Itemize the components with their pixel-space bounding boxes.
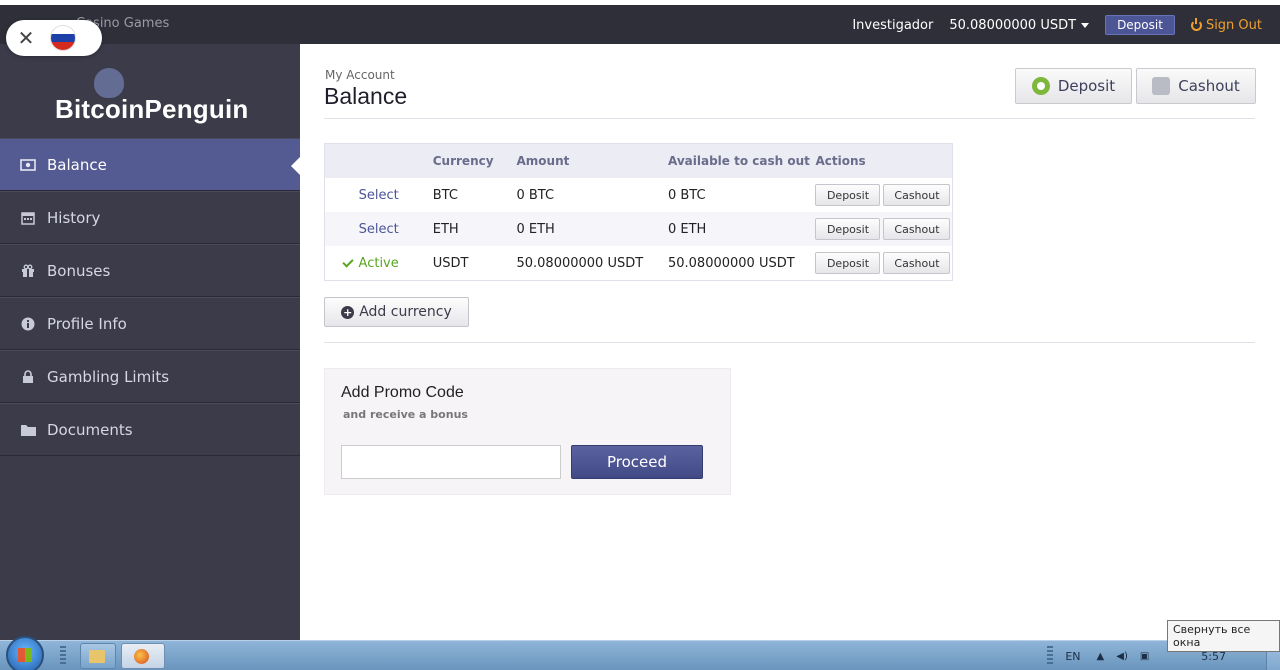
main-content: My Account Balance Deposit Cashout Curre… bbox=[300, 44, 1280, 640]
info-icon bbox=[20, 317, 36, 331]
tray-expand-icon[interactable]: ▲ bbox=[1097, 651, 1105, 662]
balance-dropdown[interactable]: 50.08000000 USDT bbox=[949, 17, 1090, 33]
actions-cell: Deposit Cashout bbox=[811, 252, 952, 274]
sidebar-item-history[interactable]: History bbox=[0, 191, 300, 244]
explorer-taskbar-button[interactable] bbox=[80, 643, 116, 669]
select-link[interactable]: Select bbox=[325, 188, 425, 203]
currency-cell: USDT bbox=[432, 255, 469, 271]
active-status: Active bbox=[325, 256, 425, 271]
divider bbox=[324, 118, 1255, 119]
amount-cell: 0 ETH bbox=[516, 221, 555, 237]
available-cell: 0 BTC bbox=[667, 187, 706, 203]
table-row: Select ETH 0 ETH 0 ETH Deposit Cashout bbox=[325, 212, 952, 246]
firefox-icon bbox=[134, 649, 149, 664]
balance-value: 50.08000000 USDT bbox=[949, 17, 1077, 33]
promo-subheading: and receive a bonus bbox=[343, 408, 468, 421]
row-cashout-button[interactable]: Cashout bbox=[883, 218, 951, 240]
windows-logo-icon bbox=[18, 648, 32, 662]
currency-cell: ETH bbox=[432, 221, 459, 237]
caret-down-icon bbox=[1081, 22, 1090, 28]
folder-icon bbox=[20, 423, 36, 437]
table-row: Active USDT 50.08000000 USDT 50.08000000… bbox=[325, 246, 952, 280]
sidebar-item-label: Profile Info bbox=[47, 314, 127, 333]
add-currency-button[interactable]: + Add currency bbox=[324, 297, 469, 327]
sign-out-label: Sign Out bbox=[1205, 17, 1262, 33]
row-deposit-button[interactable]: Deposit bbox=[815, 252, 881, 274]
available-cell: 50.08000000 USDT bbox=[667, 255, 795, 271]
sidebar-item-label: History bbox=[47, 208, 101, 227]
close-icon[interactable]: ✕ bbox=[16, 26, 36, 50]
tray-grip[interactable] bbox=[1047, 646, 1054, 666]
promo-code-input[interactable] bbox=[341, 445, 561, 479]
cashout-icon bbox=[1152, 77, 1171, 95]
balance-table: Currency Amount Available to cash out Ac… bbox=[324, 143, 953, 281]
start-button[interactable] bbox=[6, 636, 44, 670]
language-indicator[interactable]: EN bbox=[1065, 650, 1080, 663]
show-desktop-tooltip: Свернуть все окна bbox=[1167, 620, 1280, 652]
promo-code-panel: Add Promo Code and receive a bonus Proce… bbox=[324, 368, 731, 495]
cashout-button-label: Cashout bbox=[1178, 77, 1240, 95]
gift-icon bbox=[20, 264, 36, 278]
row-cashout-button[interactable]: Cashout bbox=[883, 184, 951, 206]
taskbar-grip[interactable] bbox=[60, 646, 66, 666]
row-deposit-button[interactable]: Deposit bbox=[815, 184, 881, 206]
taskbar: EN ▲ ◀) ▣ 5:57 bbox=[0, 636, 1280, 670]
sidebar-item-bonuses[interactable]: Bonuses bbox=[0, 244, 300, 297]
sidebar-item-label: Documents bbox=[47, 420, 133, 439]
actions-cell: Deposit Cashout bbox=[811, 184, 952, 206]
brand-logo[interactable]: BitcoinPenguin bbox=[55, 94, 248, 125]
sidebar-item-label: Balance bbox=[47, 155, 107, 174]
select-link[interactable]: Select bbox=[325, 222, 425, 237]
network-icon[interactable]: ▣ bbox=[1140, 651, 1149, 662]
volume-icon[interactable]: ◀) bbox=[1116, 651, 1128, 662]
cashout-button[interactable]: Cashout bbox=[1136, 68, 1256, 104]
sign-out-link[interactable]: Sign Out bbox=[1190, 17, 1262, 33]
folder-icon bbox=[89, 650, 105, 663]
deposit-button-label: Deposit bbox=[1057, 77, 1116, 95]
sidebar-item-balance[interactable]: Balance bbox=[0, 138, 300, 191]
sidebar-item-label: Gambling Limits bbox=[47, 367, 170, 386]
currency-cell: BTC bbox=[432, 187, 458, 203]
add-currency-label: Add currency bbox=[359, 304, 452, 320]
divider bbox=[324, 342, 1255, 343]
deposit-icon bbox=[1031, 77, 1050, 95]
row-cashout-button[interactable]: Cashout bbox=[883, 252, 951, 274]
calendar-icon bbox=[20, 211, 36, 225]
promo-heading: Add Promo Code bbox=[341, 384, 464, 401]
header-amount: Amount bbox=[516, 154, 570, 168]
active-label: Active bbox=[358, 255, 399, 271]
amount-cell: 50.08000000 USDT bbox=[516, 255, 644, 271]
power-icon bbox=[1190, 17, 1202, 31]
proceed-button[interactable]: Proceed bbox=[571, 445, 703, 479]
actions-cell: Deposit Cashout bbox=[811, 218, 952, 240]
sidebar-item-gambling-limits[interactable]: Gambling Limits bbox=[0, 350, 300, 403]
row-deposit-button[interactable]: Deposit bbox=[815, 218, 881, 240]
sidebar: BitcoinPenguin Balance History Bonuses P… bbox=[0, 44, 300, 640]
money-icon bbox=[20, 158, 36, 172]
sidebar-item-label: Bonuses bbox=[47, 261, 111, 280]
header-actions: Actions bbox=[815, 154, 866, 168]
sidebar-item-documents[interactable]: Documents bbox=[0, 403, 300, 456]
header-currency: Currency bbox=[432, 154, 494, 168]
lock-icon bbox=[20, 369, 36, 384]
sidebar-item-profile-info[interactable]: Profile Info bbox=[0, 297, 300, 350]
check-icon bbox=[341, 255, 354, 268]
sidebar-nav: Balance History Bonuses Profile Info Gam… bbox=[0, 138, 300, 456]
plus-circle-icon: + bbox=[341, 305, 355, 319]
header-available: Available to cash out bbox=[667, 154, 810, 168]
top-deposit-button[interactable]: Deposit bbox=[1105, 15, 1175, 35]
firefox-taskbar-button[interactable] bbox=[121, 643, 165, 669]
translate-widget: ✕ bbox=[6, 20, 102, 56]
username[interactable]: Investigador bbox=[852, 18, 933, 33]
account-bar: Investigador 50.08000000 USDT Deposit Si… bbox=[852, 15, 1262, 35]
available-cell: 0 ETH bbox=[667, 221, 707, 237]
table-header: Currency Amount Available to cash out Ac… bbox=[325, 144, 952, 178]
amount-cell: 0 BTC bbox=[516, 187, 555, 203]
table-row: Select BTC 0 BTC 0 BTC Deposit Cashout bbox=[325, 178, 952, 212]
top-bar: Casino Games Investigador 50.08000000 US… bbox=[0, 0, 1280, 44]
deposit-button[interactable]: Deposit bbox=[1015, 68, 1132, 104]
russia-flag-icon[interactable] bbox=[50, 25, 76, 51]
page-title: Balance bbox=[324, 83, 408, 109]
breadcrumb[interactable]: My Account bbox=[325, 68, 395, 82]
